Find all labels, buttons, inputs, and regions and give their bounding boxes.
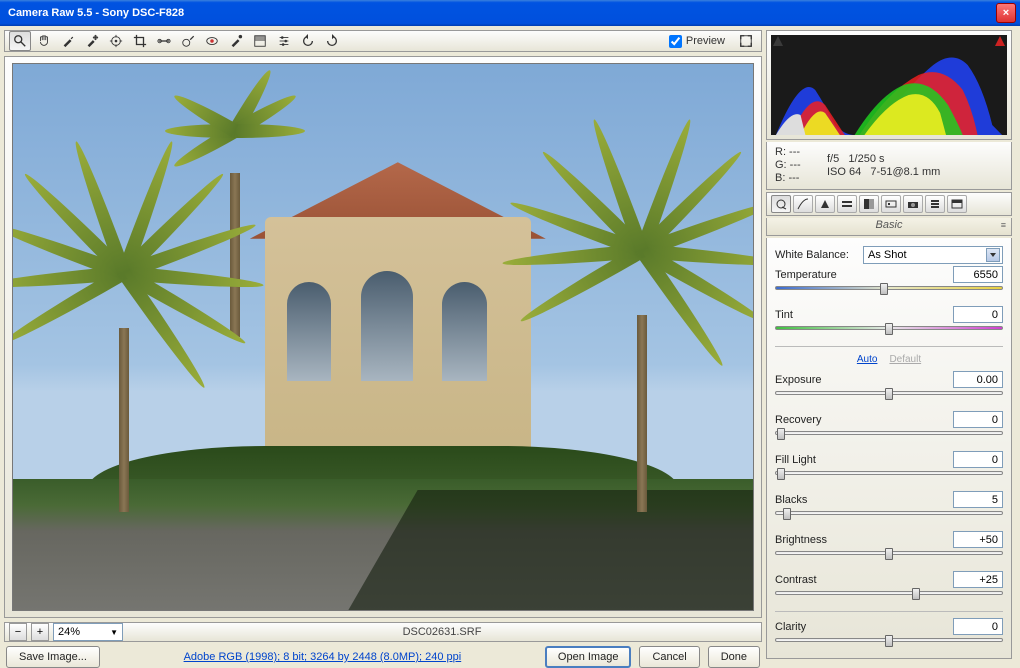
contrast-slider[interactable] xyxy=(775,591,1003,595)
fill-light-label: Fill Light xyxy=(775,454,863,466)
target-adjust-icon[interactable] xyxy=(105,31,127,51)
tint-slider[interactable] xyxy=(775,326,1003,330)
footer: Save Image... Adobe RGB (1998); 8 bit; 3… xyxy=(4,646,762,668)
tint-input[interactable] xyxy=(953,306,1003,323)
redeye-tool-icon[interactable] xyxy=(201,31,223,51)
panel-title: Basic≡ xyxy=(766,218,1012,236)
rotate-left-icon[interactable] xyxy=(297,31,319,51)
temperature-label: Temperature xyxy=(775,269,863,281)
tab-detail-icon[interactable] xyxy=(815,195,835,213)
panel-tabs xyxy=(766,192,1012,216)
recovery-slider[interactable] xyxy=(775,431,1003,435)
toolbar: Preview xyxy=(4,30,762,52)
brightness-input[interactable] xyxy=(953,531,1003,548)
preview-area xyxy=(4,56,762,618)
blacks-slider[interactable] xyxy=(775,511,1003,515)
temperature-slider[interactable] xyxy=(775,286,1003,290)
preferences-icon[interactable] xyxy=(273,31,295,51)
tint-label: Tint xyxy=(775,309,863,321)
tab-presets-icon[interactable] xyxy=(925,195,945,213)
temperature-input[interactable] xyxy=(953,266,1003,283)
window-title: Camera Raw 5.5 - Sony DSC-F828 xyxy=(4,7,994,19)
clarity-input[interactable] xyxy=(953,618,1003,635)
fill-light-input[interactable] xyxy=(953,451,1003,468)
vibrance-input[interactable] xyxy=(953,658,1003,659)
straighten-tool-icon[interactable] xyxy=(153,31,175,51)
preview-checkbox[interactable]: Preview xyxy=(669,35,725,48)
contrast-input[interactable] xyxy=(953,571,1003,588)
default-link[interactable]: Default xyxy=(889,354,921,365)
open-image-button[interactable]: Open Image xyxy=(545,646,632,668)
contrast-label: Contrast xyxy=(775,574,863,586)
clarity-slider[interactable] xyxy=(775,638,1003,642)
blacks-label: Blacks xyxy=(775,494,863,506)
clarity-label: Clarity xyxy=(775,621,863,633)
cancel-button[interactable]: Cancel xyxy=(639,646,699,668)
tab-hsl-icon[interactable] xyxy=(837,195,857,213)
close-window-button[interactable]: × xyxy=(996,3,1016,23)
adjustment-brush-icon[interactable] xyxy=(225,31,247,51)
rotate-right-icon[interactable] xyxy=(321,31,343,51)
zoom-in-button[interactable]: + xyxy=(31,623,49,641)
titlebar: Camera Raw 5.5 - Sony DSC-F828 × xyxy=(0,0,1020,26)
histogram[interactable] xyxy=(766,30,1012,140)
tab-camera-icon[interactable] xyxy=(903,195,923,213)
color-sampler-icon[interactable] xyxy=(81,31,103,51)
panel-menu-icon[interactable]: ≡ xyxy=(1001,220,1007,230)
tab-curve-icon[interactable] xyxy=(793,195,813,213)
filename-label: DSC02631.SRF xyxy=(127,626,757,638)
zoom-out-button[interactable]: − xyxy=(9,623,27,641)
exposure-label: Exposure xyxy=(775,374,863,386)
info-readout: R: ---G: ---B: --- f/5 1/250 s ISO 64 7-… xyxy=(766,142,1012,190)
eyedropper-wb-icon[interactable] xyxy=(57,31,79,51)
crop-tool-icon[interactable] xyxy=(129,31,151,51)
tab-lens-icon[interactable] xyxy=(881,195,901,213)
image-canvas[interactable] xyxy=(12,63,754,611)
fullscreen-toggle-icon[interactable] xyxy=(735,31,757,51)
recovery-input[interactable] xyxy=(953,411,1003,428)
zoom-tool-icon[interactable] xyxy=(9,31,31,51)
recovery-label: Recovery xyxy=(775,414,863,426)
exposure-slider[interactable] xyxy=(775,391,1003,395)
fill-light-slider[interactable] xyxy=(775,471,1003,475)
tab-basic-icon[interactable] xyxy=(771,195,791,213)
basic-panel: White Balance: As Shot Temperature Tint … xyxy=(766,238,1012,659)
zoom-bar: − + 24%▼ DSC02631.SRF xyxy=(4,622,762,642)
save-image-button[interactable]: Save Image... xyxy=(6,646,100,668)
done-button[interactable]: Done xyxy=(708,646,760,668)
exposure-input[interactable] xyxy=(953,371,1003,388)
brightness-slider[interactable] xyxy=(775,551,1003,555)
spot-removal-icon[interactable] xyxy=(177,31,199,51)
white-balance-label: White Balance: xyxy=(775,249,863,261)
blacks-input[interactable] xyxy=(953,491,1003,508)
zoom-select[interactable]: 24%▼ xyxy=(53,623,123,641)
hand-tool-icon[interactable] xyxy=(33,31,55,51)
tab-split-icon[interactable] xyxy=(859,195,879,213)
tab-snapshots-icon[interactable] xyxy=(947,195,967,213)
white-balance-select[interactable]: As Shot xyxy=(863,246,1003,264)
workflow-options-link[interactable]: Adobe RGB (1998); 8 bit; 3264 by 2448 (8… xyxy=(184,651,462,663)
graduated-filter-icon[interactable] xyxy=(249,31,271,51)
auto-link[interactable]: Auto xyxy=(857,354,878,365)
brightness-label: Brightness xyxy=(775,534,863,546)
